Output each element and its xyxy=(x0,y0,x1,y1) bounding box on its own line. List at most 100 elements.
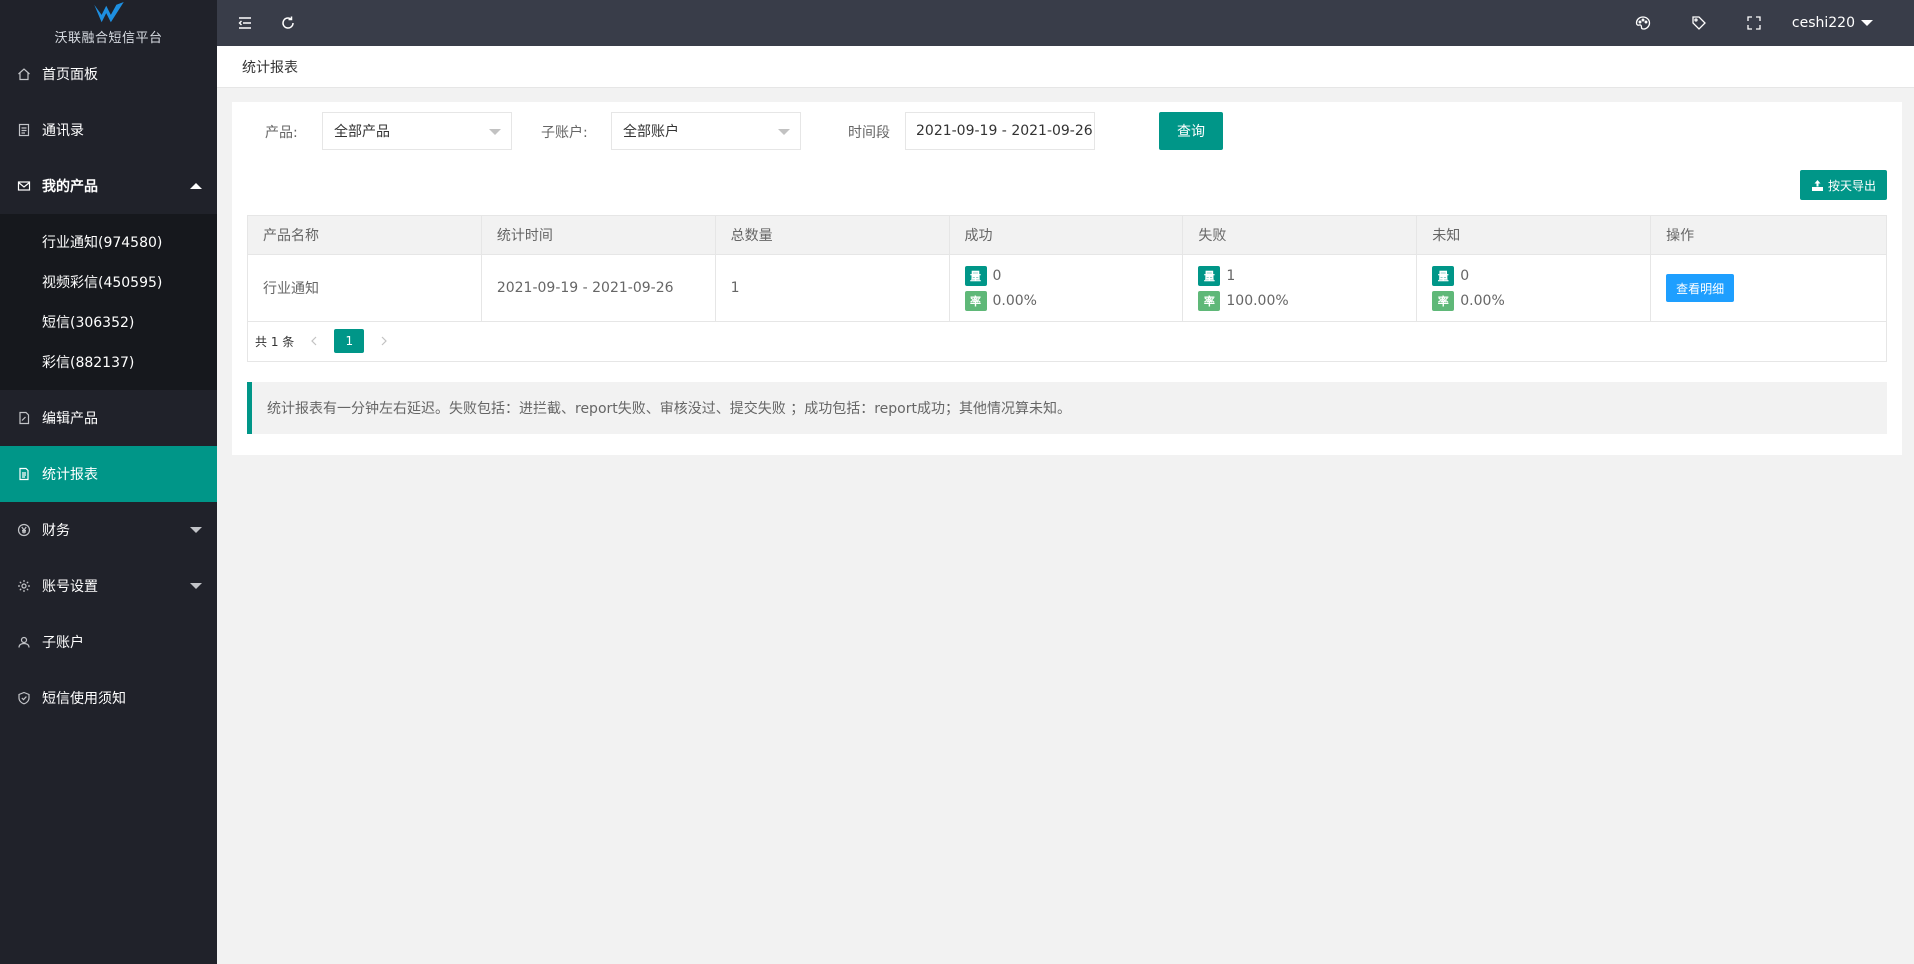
product-select-value: 全部产品 xyxy=(334,124,390,140)
sidebar-item-label: 编辑产品 xyxy=(42,411,98,427)
success-quantity: 0 xyxy=(992,267,1002,284)
product-name-cell: 行业通知 xyxy=(247,254,482,322)
pagination-total: 共 1 条 xyxy=(255,334,295,349)
yen-icon xyxy=(17,523,31,537)
report-card: 产品: 全部产品 子账户: 全部账户 时间段 2021-09-19 - 2021… xyxy=(232,102,1902,455)
submenu-item-video-mms[interactable]: 视频彩信(450595) xyxy=(0,262,217,302)
sidebar: 沃联融合短信平台 首页面板 通讯录 我的产品 行业通知(974580) 视频彩信… xyxy=(0,0,217,964)
column-header: 操作 xyxy=(1650,215,1887,255)
query-button[interactable]: 查询 xyxy=(1159,112,1223,150)
top-header: ceshi220 xyxy=(217,0,1914,46)
chevron-down-icon xyxy=(190,527,202,533)
account-filter-label: 子账户: xyxy=(541,125,588,141)
chevron-down-icon xyxy=(489,129,501,135)
column-header: 未知 xyxy=(1416,215,1652,255)
column-header: 产品名称 xyxy=(247,215,482,255)
unknown-rate: 0.00% xyxy=(1460,292,1505,309)
edit-doc-icon xyxy=(17,411,31,425)
sidebar-item-account-settings[interactable]: 账号设置 xyxy=(0,558,217,614)
sidebar-item-finance[interactable]: 财务 xyxy=(0,502,217,558)
tag-button[interactable] xyxy=(1688,0,1710,46)
unknown-cell: 量0 率 0.00% xyxy=(1416,254,1652,322)
sidebar-item-edit-product[interactable]: 编辑产品 xyxy=(0,390,217,446)
products-submenu: 行业通知(974580) 视频彩信(450595) 短信(306352) 彩信(… xyxy=(0,214,217,390)
period-input[interactable]: 2021-09-19 - 2021-09-26 xyxy=(905,112,1095,150)
info-note-text: 统计报表有一分钟左右延迟。失败包括：进拦截、report失败、审核没过、提交失败… xyxy=(267,401,1071,417)
chevron-right-icon xyxy=(381,336,388,346)
view-details-button[interactable]: 查看明细 xyxy=(1666,274,1735,302)
sidebar-item-dashboard[interactable]: 首页面板 xyxy=(0,46,217,102)
quantity-tag: 量 xyxy=(1432,265,1455,286)
fail-quantity: 1 xyxy=(1226,267,1236,284)
sidebar-item-sms-guidelines[interactable]: 短信使用须知 xyxy=(0,670,217,726)
page-title: 统计报表 xyxy=(242,59,298,76)
user-menu[interactable]: ceshi220 xyxy=(1792,0,1873,46)
submenu-item-sms[interactable]: 短信(306352) xyxy=(0,302,217,342)
success-cell: 量0 率 0.00% xyxy=(948,254,1184,322)
action-cell: 查看明细 xyxy=(1650,254,1887,322)
chevron-left-icon xyxy=(311,336,317,346)
account-select[interactable]: 全部账户 xyxy=(611,112,801,150)
submenu-item-mms[interactable]: 彩信(882137) xyxy=(0,342,217,382)
tag-icon xyxy=(1692,16,1706,30)
shield-icon xyxy=(17,691,31,705)
chevron-up-icon xyxy=(190,183,202,189)
submenu-item-industry-notice[interactable]: 行业通知(974580) xyxy=(0,222,217,262)
prev-page-button[interactable] xyxy=(300,329,328,353)
sidebar-item-label: 统计报表 xyxy=(42,467,98,483)
sidebar-item-label: 首页面板 xyxy=(42,67,98,83)
refresh-button[interactable] xyxy=(277,0,299,46)
sidebar-item-label: 我的产品 xyxy=(42,179,98,195)
chevron-down-icon xyxy=(190,583,202,589)
user-icon xyxy=(17,635,31,649)
brand-name: 沃联融合短信平台 xyxy=(54,31,163,46)
quantity-tag: 量 xyxy=(1198,265,1221,286)
pagination: 共 1 条 1 xyxy=(247,321,1887,362)
sidebar-item-label: 通讯录 xyxy=(42,123,84,139)
unknown-quantity: 0 xyxy=(1460,267,1470,284)
sidebar-item-label: 账号设置 xyxy=(42,579,98,595)
home-icon xyxy=(17,67,31,81)
indent-icon xyxy=(238,17,251,29)
product-select[interactable]: 全部产品 xyxy=(322,112,512,150)
contacts-icon xyxy=(17,123,31,137)
period-cell: 2021-09-19 - 2021-09-26 xyxy=(480,254,716,322)
export-by-day-button[interactable]: 按天导出 xyxy=(1800,170,1887,200)
report-icon xyxy=(17,467,31,481)
rate-tag: 率 xyxy=(1198,290,1221,311)
sidebar-item-label: 短信使用须知 xyxy=(42,691,126,707)
menu-toggle-button[interactable] xyxy=(234,0,256,46)
fail-cell: 量1 率 100.00% xyxy=(1182,254,1418,322)
sidebar-item-label: 子账户 xyxy=(42,635,84,651)
quantity-tag: 量 xyxy=(964,265,987,286)
sidebar-item-my-products[interactable]: 我的产品 xyxy=(0,158,217,214)
success-rate: 0.00% xyxy=(992,292,1037,309)
rate-tag: 率 xyxy=(964,290,987,311)
chevron-down-icon xyxy=(778,129,790,135)
table-row: 行业通知 2021-09-19 - 2021-09-26 1 量0 率 0.00%… xyxy=(247,254,1887,322)
fullscreen-icon xyxy=(1747,16,1761,30)
logo: 沃联融合短信平台 xyxy=(0,0,217,46)
breadcrumb: 统计报表 xyxy=(217,46,1914,88)
export-icon xyxy=(1811,179,1823,191)
export-button-label: 按天导出 xyxy=(1827,178,1876,193)
fail-rate: 100.00% xyxy=(1226,292,1289,309)
account-select-value: 全部账户 xyxy=(623,124,679,140)
theme-button[interactable] xyxy=(1632,0,1654,46)
product-filter-label: 产品: xyxy=(265,125,298,141)
mail-icon xyxy=(17,179,31,193)
fullscreen-button[interactable] xyxy=(1743,0,1765,46)
table-header-row: 产品名称 统计时间 总数量 成功 失败 未知 操作 xyxy=(247,215,1887,255)
sidebar-item-contacts[interactable]: 通讯录 xyxy=(0,102,217,158)
sidebar-item-sub-accounts[interactable]: 子账户 xyxy=(0,614,217,670)
sidebar-item-statistics-report[interactable]: 统计报表 xyxy=(0,446,217,502)
next-page-button[interactable] xyxy=(370,329,398,353)
period-input-value: 2021-09-19 - 2021-09-26 xyxy=(916,123,1093,139)
refresh-icon xyxy=(282,16,294,29)
period-filter-label: 时间段 xyxy=(848,125,890,141)
info-note: 统计报表有一分钟左右延迟。失败包括：进拦截、report失败、审核没过、提交失败… xyxy=(247,382,1887,434)
page-number-current[interactable]: 1 xyxy=(334,329,365,353)
column-header: 失败 xyxy=(1182,215,1418,255)
column-header: 总数量 xyxy=(714,215,950,255)
brand-logo-icon xyxy=(93,2,124,23)
